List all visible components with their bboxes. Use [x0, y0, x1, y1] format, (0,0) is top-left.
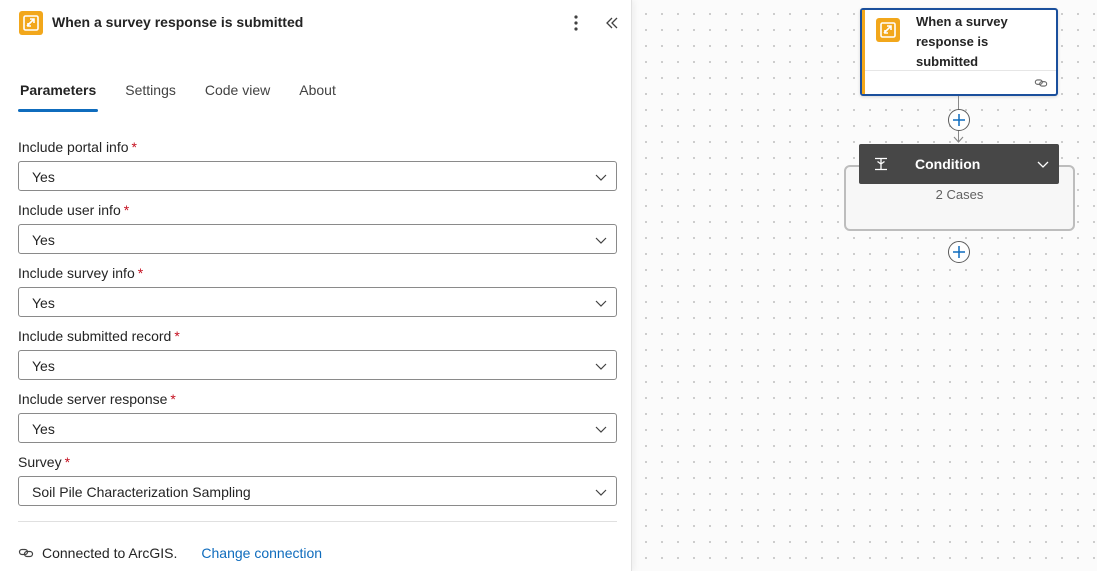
required-mark: *	[137, 265, 144, 281]
dropdown-value: Yes	[32, 169, 55, 185]
collapse-panel-button[interactable]	[601, 12, 623, 34]
include-submitted-record-label: Include submitted record *	[18, 328, 180, 344]
required-mark: *	[174, 328, 180, 344]
link-icon	[18, 548, 34, 558]
arcgis-survey-icon	[876, 18, 900, 42]
add-step-button[interactable]	[948, 241, 970, 263]
include-user-info-dropdown[interactable]: Yes	[18, 224, 617, 254]
include-server-response-label: Include server response *	[18, 391, 176, 407]
divider	[18, 521, 617, 522]
panel-tabs: Parameters Settings Code view About	[18, 80, 363, 112]
condition-node[interactable]: Condition	[859, 144, 1059, 184]
survey-label: Survey *	[18, 454, 70, 470]
connection-status: Connected to ArcGIS. Change connection	[18, 544, 322, 562]
chevron-down-icon	[595, 300, 607, 307]
dropdown-value: Yes	[32, 421, 55, 437]
include-portal-info-dropdown[interactable]: Yes	[18, 161, 617, 191]
chevron-down-icon	[595, 489, 607, 496]
trigger-node-title: When a survey response is submitted	[916, 14, 1008, 69]
field-label-text: Include portal info	[18, 139, 129, 155]
field-label-text: Include server response	[18, 391, 168, 407]
dropdown-value: Soil Pile Characterization Sampling	[32, 484, 251, 500]
link-icon	[1034, 79, 1048, 87]
more-options-button[interactable]	[566, 12, 586, 34]
details-panel: When a survey response is submitted Para…	[0, 0, 632, 571]
include-survey-info-dropdown[interactable]: Yes	[18, 287, 617, 317]
required-mark: *	[170, 391, 176, 407]
dropdown-value: Yes	[32, 295, 55, 311]
chevron-down-icon	[595, 363, 607, 370]
double-chevron-left-icon	[606, 17, 618, 29]
condition-title: Condition	[915, 156, 981, 172]
arcgis-survey-icon	[19, 11, 43, 35]
condition-icon	[875, 157, 887, 171]
tab-code-view[interactable]: Code view	[203, 80, 272, 112]
chevron-down-icon	[595, 237, 607, 244]
survey-dropdown[interactable]: Soil Pile Characterization Sampling	[18, 476, 617, 506]
include-portal-info-label: Include portal info *	[18, 139, 137, 155]
field-label-text: Include submitted record	[18, 328, 172, 344]
plus-icon	[953, 246, 965, 258]
node-separator	[865, 70, 1056, 71]
dropdown-value: Yes	[32, 232, 55, 248]
condition-cases-count: 2 Cases	[935, 187, 984, 202]
include-submitted-record-dropdown[interactable]: Yes	[18, 350, 617, 380]
include-server-response-dropdown[interactable]: Yes	[18, 413, 617, 443]
trigger-node[interactable]: When a survey response is submitted	[860, 8, 1058, 96]
required-mark: *	[123, 202, 130, 218]
node-accent-bar	[862, 10, 865, 94]
chevron-down-icon	[595, 174, 607, 181]
arrow-down-icon	[953, 136, 964, 143]
include-user-info-label: Include user info *	[18, 202, 129, 218]
field-label-text: Include survey info	[18, 265, 135, 281]
change-connection-link[interactable]: Change connection	[201, 545, 322, 561]
more-vertical-icon	[574, 15, 578, 31]
include-survey-info-label: Include survey info *	[18, 265, 143, 281]
panel-title: When a survey response is submitted	[52, 14, 304, 30]
required-mark: *	[131, 139, 137, 155]
field-label-text: Survey	[18, 454, 62, 470]
field-label-text: Include user info	[18, 202, 121, 218]
plus-icon	[953, 114, 965, 126]
tab-settings[interactable]: Settings	[123, 80, 178, 112]
panel-header: When a survey response is submitted	[0, 0, 632, 46]
tab-parameters[interactable]: Parameters	[18, 80, 99, 112]
connection-text: Connected to ArcGIS.	[42, 545, 178, 561]
chevron-down-icon	[595, 426, 607, 433]
chevron-down-icon[interactable]	[1036, 157, 1050, 171]
tab-about[interactable]: About	[297, 80, 338, 112]
required-mark: *	[64, 454, 71, 470]
insert-step-button[interactable]	[948, 109, 970, 131]
dropdown-value: Yes	[32, 358, 55, 374]
